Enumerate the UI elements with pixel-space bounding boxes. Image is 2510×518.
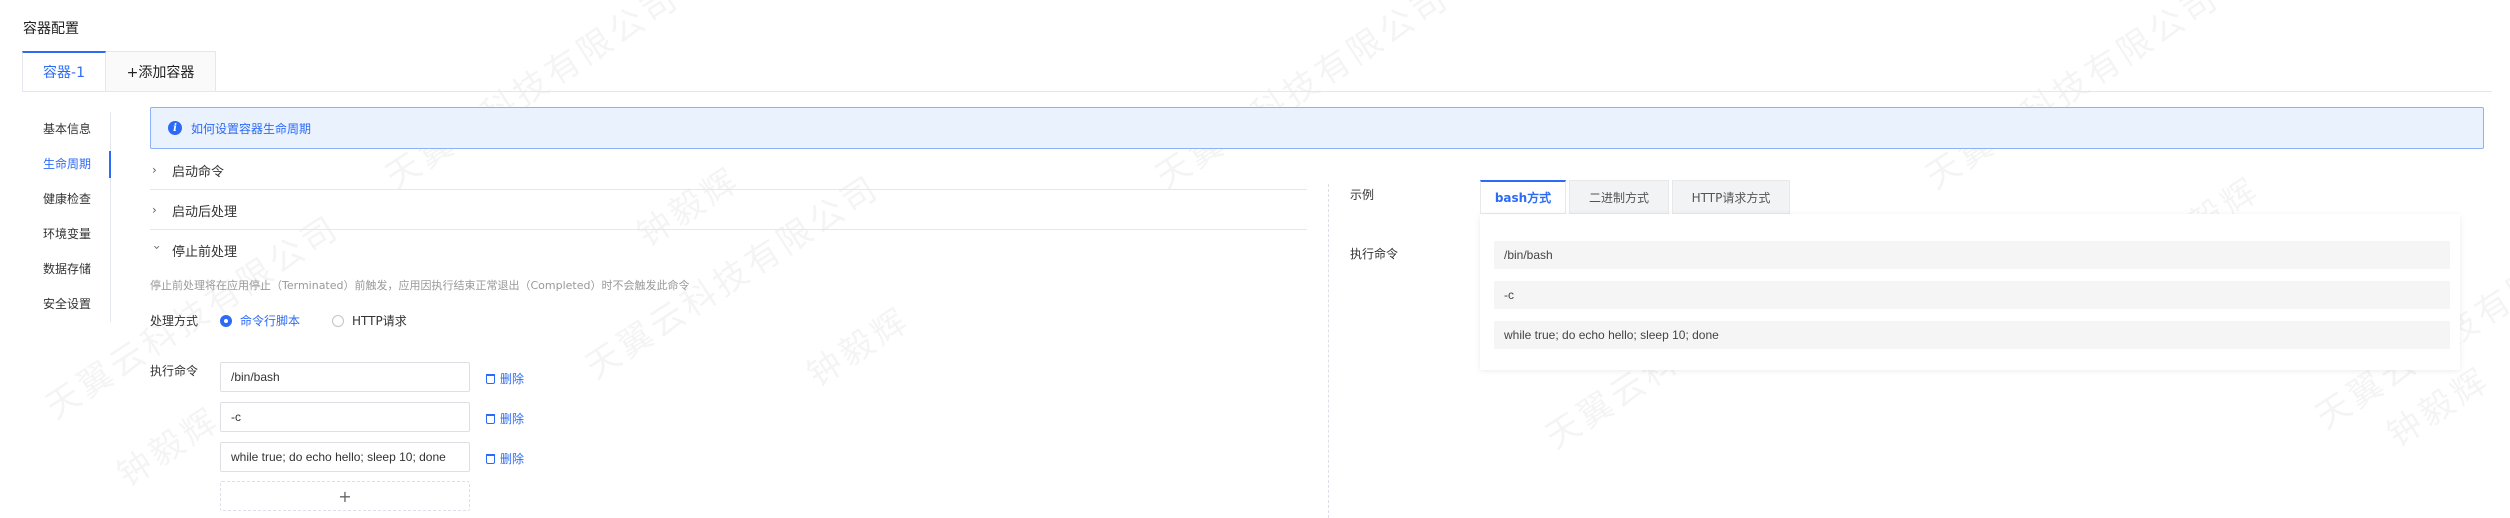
radio-label: 命令行脚本 <box>240 314 301 328</box>
example-tabs: bash方式 二进制方式 HTTP请求方式 <box>1480 180 1793 214</box>
watermark-name: 钟毅辉 <box>106 393 228 496</box>
lifecycle-help-link[interactable]: 如何设置容器生命周期 <box>191 120 311 137</box>
tab-bash[interactable]: bash方式 <box>1480 180 1566 214</box>
nav-item-lifecycle[interactable]: 生命周期 <box>30 147 111 182</box>
watermark-text: 天翼云科技有限公司 <box>1914 0 2228 198</box>
chevron-right-icon: › <box>152 203 157 217</box>
delete-label: 删除 <box>500 412 525 426</box>
nav-item-basic-info[interactable]: 基本信息 <box>30 112 110 147</box>
example-exec-label: 执行命令 <box>1350 247 1399 261</box>
tab-binary[interactable]: 二进制方式 <box>1569 180 1669 214</box>
radio-http-request[interactable]: HTTP请求 <box>332 312 407 329</box>
collapse-pre-stop[interactable]: › 停止前处理 <box>150 231 1307 269</box>
example-line-3: while true; do echo hello; sleep 10; don… <box>1494 321 2450 349</box>
example-line-1: /bin/bash <box>1494 241 2450 269</box>
command-input-3[interactable]: while true; do echo hello; sleep 10; don… <box>220 442 470 472</box>
tab-http-request[interactable]: HTTP请求方式 <box>1672 180 1790 214</box>
left-nav: 基本信息 生命周期 健康检查 环境变量 数据存储 安全设置 <box>30 112 111 322</box>
delete-command-1-button[interactable]: 删除 <box>486 370 524 387</box>
watermark-name: 钟毅辉 <box>796 293 918 396</box>
chevron-down-icon: › <box>150 245 164 250</box>
delete-command-2-button[interactable]: 删除 <box>486 410 524 427</box>
panel-divider <box>1328 184 1329 518</box>
command-input-2[interactable]: -c <box>220 402 470 432</box>
container-tabs: 容器-1 +添加容器 <box>22 51 216 91</box>
add-container-tab[interactable]: +添加容器 <box>106 51 216 91</box>
radio-command-script[interactable]: 命令行脚本 <box>220 312 300 329</box>
plus-icon: + <box>338 486 352 506</box>
delete-label: 删除 <box>500 372 525 386</box>
collapse-start-command[interactable]: › 启动命令 <box>150 151 1307 190</box>
nav-item-health-check[interactable]: 健康检查 <box>30 182 110 217</box>
trash-icon <box>486 373 495 384</box>
radio-unchecked-icon <box>332 314 344 327</box>
nav-item-env-vars[interactable]: 环境变量 <box>30 217 110 252</box>
trash-icon <box>486 413 495 424</box>
delete-command-3-button[interactable]: 删除 <box>486 450 524 467</box>
example-line-2: -c <box>1494 281 2450 309</box>
radio-checked-icon <box>220 314 232 327</box>
chevron-right-icon: › <box>152 163 157 177</box>
trash-icon <box>486 453 495 464</box>
info-icon: i <box>168 121 182 135</box>
command-input-1[interactable]: /bin/bash <box>220 362 470 392</box>
exec-command-label: 执行命令 <box>150 364 199 378</box>
radio-label: HTTP请求 <box>352 314 407 328</box>
nav-item-data-storage[interactable]: 数据存储 <box>30 252 110 287</box>
collapse-post-start[interactable]: › 启动后处理 <box>150 191 1307 230</box>
collapse-label: 停止前处理 <box>172 244 238 260</box>
tabs-divider <box>22 91 2492 92</box>
delete-label: 删除 <box>500 452 525 466</box>
add-command-button[interactable]: + <box>220 481 470 511</box>
collapse-label: 启动后处理 <box>172 204 238 220</box>
section-title: 容器配置 <box>23 21 79 37</box>
example-label: 示例 <box>1350 188 1375 202</box>
collapse-label: 启动命令 <box>172 164 225 180</box>
info-banner: i 如何设置容器生命周期 <box>150 107 2484 149</box>
nav-item-security[interactable]: 安全设置 <box>30 287 110 322</box>
tab-container-1[interactable]: 容器-1 <box>22 51 106 91</box>
method-label: 处理方式 <box>150 314 199 328</box>
pre-stop-description: 停止前处理将在应用停止（Terminated）前触发，应用因执行结束正常退出（C… <box>150 279 690 292</box>
